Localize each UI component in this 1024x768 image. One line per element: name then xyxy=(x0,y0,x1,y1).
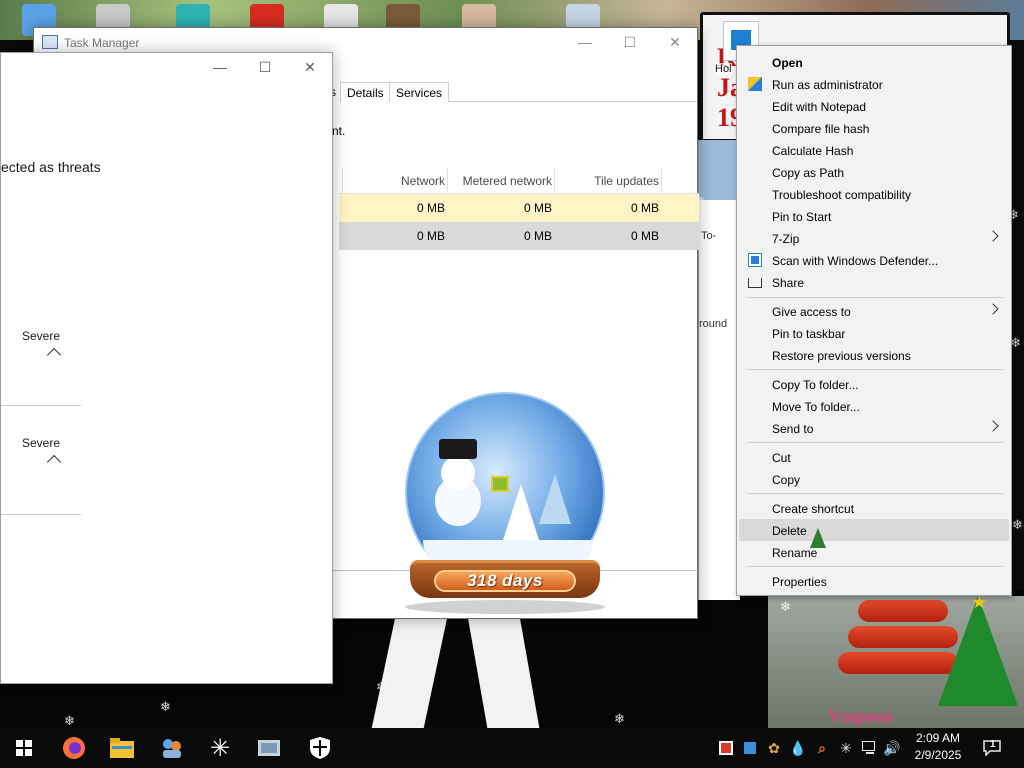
window-title: Task Manager xyxy=(64,36,140,50)
minimize-button[interactable]: — xyxy=(562,28,608,56)
minimize-button[interactable]: — xyxy=(197,53,243,81)
windows-start-icon[interactable] xyxy=(0,728,48,768)
clock-date: 2/9/2025 xyxy=(914,748,962,762)
chevron-right-icon xyxy=(987,230,999,242)
christmas-tree-cursor-icon xyxy=(810,528,826,548)
tab-services[interactable]: Services xyxy=(389,82,450,102)
tab-details[interactable]: Details xyxy=(340,82,391,102)
menu-item-copy-to-folder[interactable]: Copy To folder... xyxy=(737,373,1011,395)
snowflake-icon: ❄ xyxy=(64,713,75,728)
tray-drop-icon[interactable]: 💧 xyxy=(789,740,806,756)
severity-label: Severe xyxy=(22,436,61,450)
menu-item-troubleshoot-compatibility[interactable]: Troubleshoot compatibility xyxy=(737,183,1011,205)
task-manager-icon xyxy=(42,35,58,49)
column-header-tile-updates[interactable]: Tile updates xyxy=(594,174,659,188)
info-message: nt. xyxy=(332,124,346,138)
tree-icon xyxy=(503,484,539,540)
threat-description: ected as threats xyxy=(1,159,101,175)
tree-icon xyxy=(539,474,571,524)
table-row[interactable]: 0 MB 0 MB 0 MB xyxy=(339,222,699,250)
clock-time: 2:09 AM xyxy=(915,731,961,745)
menu-separator xyxy=(747,566,1003,567)
photos-icon[interactable] xyxy=(246,728,294,768)
background-window-text: To- xyxy=(701,230,717,242)
close-button[interactable]: ✕ xyxy=(652,28,698,56)
background-window-text: round xyxy=(699,318,728,330)
defender-window[interactable]: — ☐ ✕ ected as threats Severe Severe xyxy=(0,52,333,684)
system-clock[interactable]: 2:09 AM 2/9/2025 xyxy=(908,730,968,764)
days-counter: 318 days xyxy=(434,570,576,592)
tray-snow-icon[interactable]: ✳ xyxy=(838,740,854,756)
close-button[interactable]: ✕ xyxy=(287,53,333,81)
snowflake-icon: ❄ xyxy=(614,711,625,726)
menu-separator xyxy=(747,369,1003,370)
menu-item-edit-with-notepad[interactable]: Edit with Notepad xyxy=(737,95,1011,117)
snow-globe-countdown[interactable]: 318 days xyxy=(400,392,610,622)
menu-item-compare-file-hash[interactable]: Compare file hash xyxy=(737,117,1011,139)
snowflake-icon: ❄ xyxy=(376,679,387,694)
gift-icon xyxy=(491,476,509,492)
menu-item-pin-to-taskbar[interactable]: Pin to taskbar xyxy=(737,322,1011,344)
hat-icon xyxy=(439,439,477,459)
snowflake-icon: ❄ xyxy=(160,699,171,714)
defender-shield-icon[interactable] xyxy=(296,728,344,768)
menu-item-properties[interactable]: Properties xyxy=(737,570,1011,592)
menu-item-share[interactable]: Share xyxy=(737,271,1011,293)
tray-search-icon[interactable]: ⌕ xyxy=(814,740,830,756)
share-icon xyxy=(748,278,762,288)
snowflake-app-icon[interactable]: ✳ xyxy=(196,728,244,768)
chevron-up-icon[interactable] xyxy=(46,454,62,470)
column-header-metered-network[interactable]: Metered network xyxy=(463,174,552,188)
notification-count-badge: 1 xyxy=(990,739,996,750)
menu-item-copy-as-path[interactable]: Copy as Path xyxy=(737,161,1011,183)
selected-file-label[interactable]: Hol xyxy=(715,63,732,75)
context-menu[interactable]: Open Run as administrator Edit with Note… xyxy=(736,45,1012,596)
menu-item-restore-previous-versions[interactable]: Restore previous versions xyxy=(737,344,1011,366)
severity-label: Severe xyxy=(22,329,61,343)
firefox-icon[interactable] xyxy=(50,728,98,768)
christmas-decoration: ★ Vmpooo xyxy=(768,596,1024,728)
menu-item-cut[interactable]: Cut xyxy=(737,446,1011,468)
menu-item-calculate-hash[interactable]: Calculate Hash xyxy=(737,139,1011,161)
chevron-right-icon xyxy=(987,303,999,315)
defender-icon xyxy=(748,253,762,267)
snowflake-icon: ❄ xyxy=(780,599,791,614)
menu-item-send-to[interactable]: Send to xyxy=(737,417,1011,439)
xmas-sign-text: Vmpooo xyxy=(828,706,894,726)
menu-item-give-access-to[interactable]: Give access to xyxy=(737,300,1011,322)
menu-item-delete[interactable]: Delete xyxy=(739,519,1009,541)
volume-icon[interactable]: 🔊 xyxy=(883,740,900,756)
tray-app-icon[interactable] xyxy=(718,740,734,756)
maximize-button[interactable]: ☐ xyxy=(607,28,653,56)
file-explorer-icon[interactable] xyxy=(98,728,146,768)
column-header-network[interactable]: Network xyxy=(401,174,445,188)
star-icon: ★ xyxy=(971,596,988,612)
maximize-button[interactable]: ☐ xyxy=(242,53,288,81)
menu-item-copy[interactable]: Copy xyxy=(737,468,1011,490)
menu-item-open[interactable]: Open xyxy=(737,51,1011,73)
menu-item-run-as-administrator[interactable]: Run as administrator xyxy=(737,73,1011,95)
network-icon[interactable] xyxy=(862,740,878,756)
background-window[interactable]: To- round xyxy=(698,140,741,600)
menu-item-pin-to-start[interactable]: Pin to Start xyxy=(737,205,1011,227)
menu-separator xyxy=(747,297,1003,298)
chevron-up-icon[interactable] xyxy=(46,347,62,363)
table-row[interactable]: 0 MB 0 MB 0 MB xyxy=(339,194,699,222)
table-header: Network Metered network Tile updates xyxy=(339,168,699,194)
chevron-right-icon xyxy=(987,420,999,432)
tray-blue-icon[interactable] xyxy=(742,740,758,756)
menu-separator xyxy=(747,442,1003,443)
menu-item-move-to-folder[interactable]: Move To folder... xyxy=(737,395,1011,417)
shield-icon xyxy=(748,77,762,91)
menu-item-scan-with-windows-defender[interactable]: Scan with Windows Defender... xyxy=(737,249,1011,271)
snowflake-icon: ❄ xyxy=(1012,517,1023,532)
taskbar: ✳ ✿ 💧 ⌕ ✳ 🔊 2:09 AM 2/9/2025 1 xyxy=(0,728,1024,768)
menu-item-7-zip[interactable]: 7-Zip xyxy=(737,227,1011,249)
tray-settings-icon[interactable]: ✿ xyxy=(766,740,782,756)
menu-separator xyxy=(747,493,1003,494)
menu-item-rename[interactable]: Rename xyxy=(737,541,1011,563)
people-icon[interactable] xyxy=(148,728,196,768)
menu-item-create-shortcut[interactable]: Create shortcut xyxy=(737,497,1011,519)
